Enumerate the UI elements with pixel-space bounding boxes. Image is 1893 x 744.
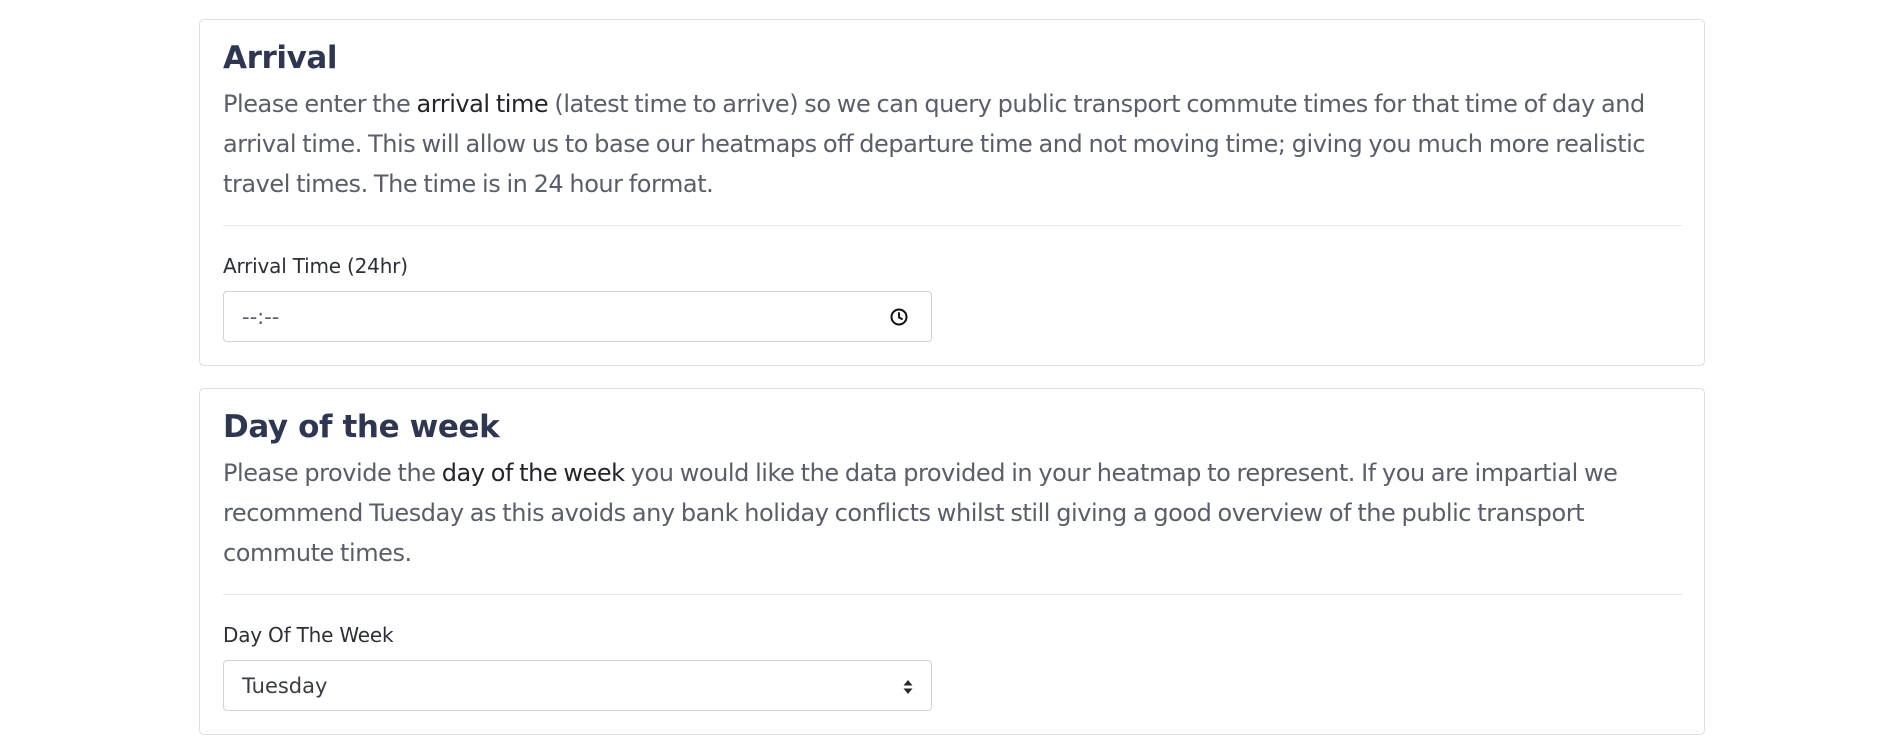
select-arrows-icon xyxy=(903,680,913,694)
day-of-week-selected-value: Tuesday xyxy=(242,674,328,698)
arrival-time-placeholder: --:-- xyxy=(242,305,280,329)
day-of-week-select[interactable]: Tuesday xyxy=(223,660,932,711)
arrival-time-input[interactable]: --:-- xyxy=(223,291,932,342)
arrival-desc-pre: Please enter the xyxy=(223,90,417,118)
day-of-week-description: Please provide the day of the week you w… xyxy=(223,453,1683,573)
arrival-divider xyxy=(223,225,1682,226)
day-desc-strong: day of the week xyxy=(441,459,625,487)
arrival-description: Please enter the arrival time (latest ti… xyxy=(223,84,1683,204)
arrival-card: Arrival Please enter the arrival time (l… xyxy=(199,19,1705,366)
day-of-week-title: Day of the week xyxy=(223,409,500,445)
clock-icon[interactable] xyxy=(889,307,909,327)
arrival-title: Arrival xyxy=(223,40,338,76)
arrival-time-label: Arrival Time (24hr) xyxy=(223,254,408,278)
day-of-week-card: Day of the week Please provide the day o… xyxy=(199,388,1705,735)
day-of-week-divider xyxy=(223,594,1682,595)
day-of-week-label: Day Of The Week xyxy=(223,623,394,647)
arrival-desc-strong: arrival time xyxy=(416,90,549,118)
day-desc-pre: Please provide the xyxy=(223,459,442,487)
